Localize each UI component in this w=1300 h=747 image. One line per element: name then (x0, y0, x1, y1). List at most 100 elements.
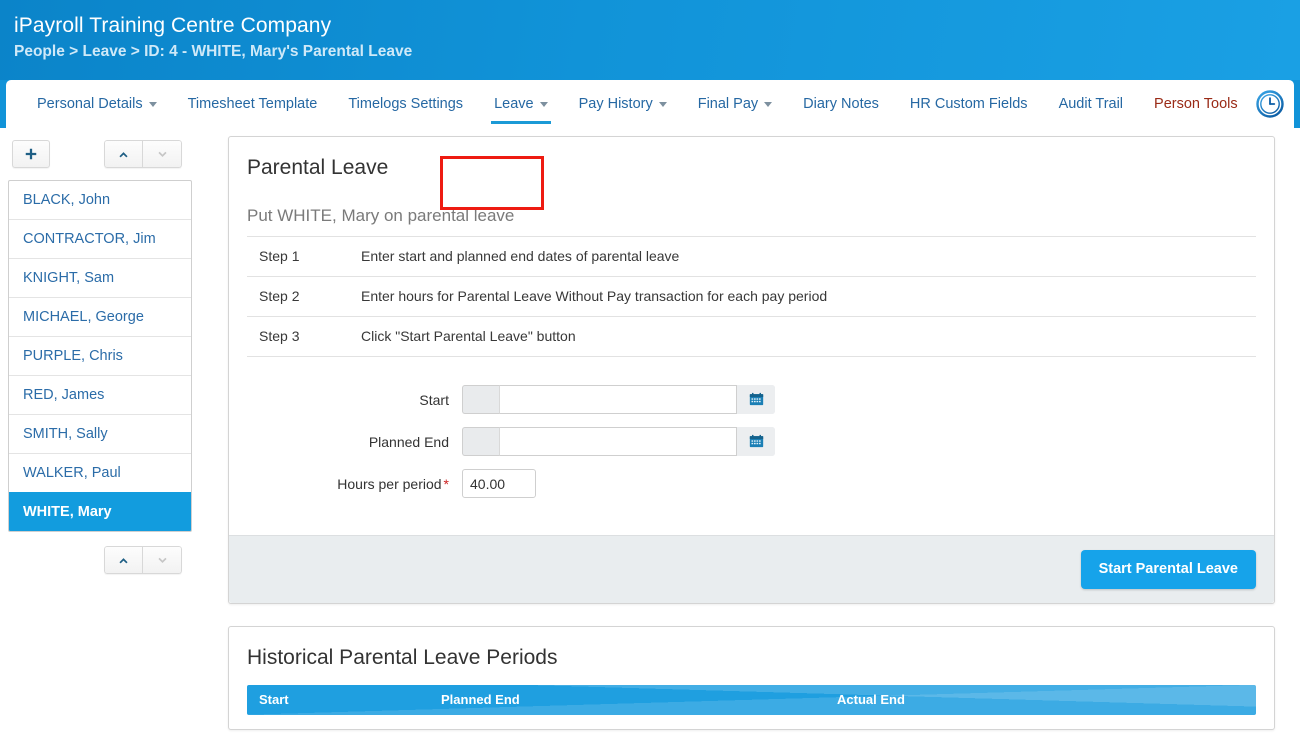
column-header-start[interactable]: Start (259, 692, 441, 708)
parental-leave-panel: Parental Leave Put WHITE, Mary on parent… (228, 136, 1275, 604)
app-header: iPayroll Training Centre Company People … (0, 0, 1300, 80)
scroll-down-button-bottom[interactable] (143, 546, 182, 574)
planned-end-date-label: Planned End (368, 433, 449, 450)
calendar-icon (749, 434, 763, 448)
column-header-actual-end[interactable]: Actual End (837, 692, 1256, 708)
chevron-down-icon (764, 102, 773, 108)
planned-end-date-input[interactable] (499, 427, 737, 456)
step-description: Enter start and planned end dates of par… (347, 236, 1256, 277)
tab-timesheet-template[interactable]: Timesheet Template (175, 82, 331, 127)
list-item[interactable]: CONTRACTOR, Jim (9, 219, 191, 258)
calendar-icon (749, 392, 763, 406)
tab-personal-details[interactable]: Personal Details (24, 82, 170, 127)
tab-label: Timelogs Settings (348, 95, 464, 112)
step-label: Step 1 (247, 236, 347, 277)
table-header-row: Start Planned End Actual End (247, 685, 1256, 715)
tab-label: Diary Notes (803, 95, 879, 112)
hours-per-period-label: Hours per period * (247, 475, 462, 493)
table-row: Step 1 Enter start and planned end dates … (247, 236, 1256, 277)
list-item[interactable]: WALKER, Paul (9, 453, 191, 492)
header-cells: Start Planned End Actual End (247, 685, 1256, 715)
list-item[interactable]: MICHAEL, George (9, 297, 191, 336)
step-label: Step 2 (247, 276, 347, 317)
parental-leave-footer: Start Parental Leave (229, 535, 1274, 603)
planned-end-date-prefix (462, 427, 499, 456)
tab-pay-history[interactable]: Pay History (566, 82, 680, 127)
chevron-down-icon (148, 102, 157, 108)
tab-hr-custom-fields[interactable]: HR Custom Fields (897, 82, 1041, 127)
table-row: Step 2 Enter hours for Parental Leave Wit… (247, 276, 1256, 317)
step-label: Step 3 (247, 316, 347, 357)
list-item[interactable]: RED, James (9, 375, 191, 414)
tab-final-pay[interactable]: Final Pay (685, 82, 785, 127)
start-parental-leave-button[interactable]: Start Parental Leave (1080, 550, 1256, 589)
parental-leave-form: Start Planned End Hours per period * 40.… (247, 363, 1256, 521)
breadcrumb[interactable]: People > Leave > ID: 4 - WHITE, Mary's P… (14, 40, 1300, 64)
add-person-button[interactable] (12, 140, 50, 168)
sidebar-top-toolbar (8, 138, 200, 170)
tab-label: Person Tools (1154, 95, 1238, 112)
tab-audit-trail[interactable]: Audit Trail (1046, 82, 1136, 127)
planned-end-date-calendar-button[interactable] (737, 427, 775, 456)
chevron-down-icon (539, 102, 548, 108)
list-item[interactable]: WHITE, Mary (9, 492, 191, 531)
chevron-up-icon (119, 557, 128, 563)
tab-label: Final Pay (697, 95, 759, 112)
sidebar-bottom-toolbar (8, 544, 200, 576)
people-list: BLACK, John CONTRACTOR, Jim KNIGHT, Sam MIC… (8, 180, 192, 532)
historical-panel-title: Historical Parental Leave Periods (247, 646, 558, 669)
tab-timelogs-settings[interactable]: Timelogs Settings (335, 82, 476, 127)
historical-parental-leave-panel: Historical Parental Leave Periods Start … (228, 626, 1275, 730)
company-title: iPayroll Training Centre Company (14, 14, 332, 37)
tabbar-container: Personal Details Timesheet Template Timelo… (0, 80, 1300, 210)
clock-icon[interactable] (1255, 90, 1284, 118)
start-date-group (462, 385, 775, 414)
tab-label: Personal Details (37, 95, 143, 112)
panel-subtitle: Put WHITE, Mary on parental leave (247, 206, 515, 225)
step-description: Click "Start Parental Leave" button (347, 316, 1256, 357)
list-item[interactable]: KNIGHT, Sam (9, 258, 191, 297)
scroll-up-button-top[interactable] (104, 140, 143, 168)
column-header-planned-end[interactable]: Planned End (441, 692, 837, 708)
parental-leave-body: Parental Leave Put WHITE, Mary on parent… (229, 137, 1274, 535)
tab-person-tools[interactable]: Person Tools (1141, 82, 1251, 127)
steps-table: Step 1 Enter start and planned end dates … (247, 236, 1256, 357)
sidebar-bottom-nav-group (104, 546, 182, 574)
planned-end-date-group (462, 427, 775, 456)
main-content: Parental Leave Put WHITE, Mary on parent… (200, 128, 1300, 747)
hours-per-period-label-text: Hours per period (337, 475, 442, 492)
tab-label: Pay History (578, 95, 653, 112)
tab-label: Audit Trail (1058, 95, 1124, 112)
start-date-calendar-button[interactable] (737, 385, 775, 414)
chevron-down-icon (658, 102, 667, 108)
planned-end-date-row: Planned End (247, 427, 1256, 456)
hours-per-period-input[interactable] (462, 469, 536, 498)
chevron-down-icon (157, 151, 167, 157)
start-date-label: Start (419, 391, 449, 408)
tab-label: HR Custom Fields (909, 95, 1028, 112)
tab-label: Leave (494, 95, 534, 112)
tab-leave[interactable]: Leave (481, 82, 561, 127)
start-date-prefix (462, 385, 499, 414)
plus-icon (25, 148, 37, 160)
tab-diary-notes[interactable]: Diary Notes (790, 82, 892, 127)
list-item[interactable]: BLACK, John (9, 181, 191, 219)
sidebar-top-nav (104, 140, 182, 168)
tab-bar: Personal Details Timesheet Template Timelo… (6, 80, 1294, 128)
body-area: BLACK, John CONTRACTOR, Jim KNIGHT, Sam MIC… (0, 128, 1300, 747)
people-sidebar: BLACK, John CONTRACTOR, Jim KNIGHT, Sam MIC… (0, 128, 200, 586)
start-date-row: Start (247, 385, 1256, 414)
historical-leave-table: Start Planned End Actual End (247, 685, 1256, 715)
required-asterisk: * (443, 475, 449, 492)
table-row: Step 3 Click "Start Parental Leave" butto… (247, 316, 1256, 357)
list-item[interactable]: PURPLE, Chris (9, 336, 191, 375)
step-description: Enter hours for Parental Leave Without P… (347, 276, 1256, 317)
chevron-up-icon (119, 151, 128, 157)
tab-label: Timesheet Template (187, 95, 318, 112)
hours-per-period-row: Hours per period * (247, 469, 1256, 498)
historical-panel-body: Historical Parental Leave Periods Start … (229, 627, 1274, 729)
scroll-up-button-bottom[interactable] (104, 546, 143, 574)
list-item[interactable]: SMITH, Sally (9, 414, 191, 453)
scroll-down-button-top[interactable] (143, 140, 182, 168)
start-date-input[interactable] (499, 385, 737, 414)
